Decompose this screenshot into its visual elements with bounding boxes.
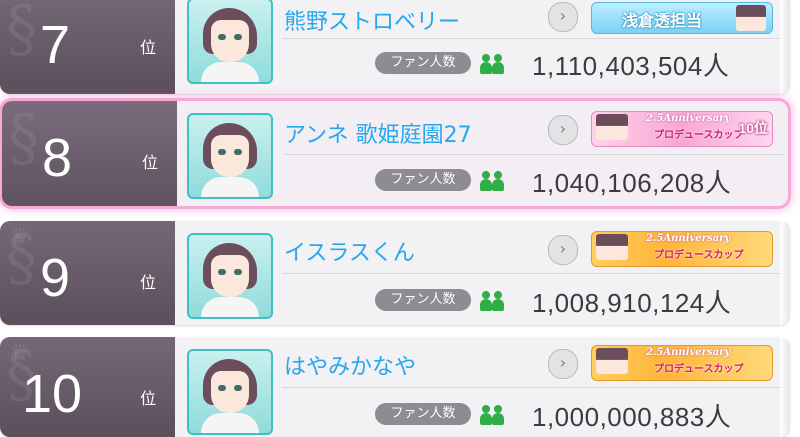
divider bbox=[284, 154, 784, 155]
rank-box: § 8 位 bbox=[2, 101, 177, 206]
rank-suffix: 位 bbox=[140, 273, 157, 292]
producer-avatar[interactable] bbox=[187, 349, 273, 435]
divider bbox=[282, 387, 782, 388]
title-badge[interactable]: 浅倉透担当 bbox=[591, 2, 773, 34]
ranking-row-8[interactable]: § 8 位 アンネ 歌姫庭園27 › 2.5Anniversary プロデュース… bbox=[2, 101, 788, 206]
badge-character-image bbox=[736, 5, 766, 31]
badge-character-image bbox=[596, 348, 628, 374]
badge-character-image bbox=[596, 234, 628, 260]
badge-anniversary-text: 2.5Anniversary bbox=[646, 347, 731, 358]
title-badge[interactable]: 2.5Anniversary プロデュースカップ 10位 bbox=[591, 111, 773, 147]
chevron-right-icon[interactable]: › bbox=[548, 235, 578, 265]
divider bbox=[282, 38, 782, 39]
rank-box: ♛ § 10 位 bbox=[0, 337, 175, 437]
fan-count-label: ファン人数 bbox=[375, 169, 471, 191]
rank-number: 10 bbox=[22, 364, 83, 424]
swan-crest-icon: § bbox=[6, 221, 37, 294]
badge-anniversary-text: 2.5Anniversary bbox=[646, 113, 731, 124]
fans-people-icon bbox=[480, 52, 504, 74]
producer-name[interactable]: 熊野ストロベリー bbox=[284, 4, 460, 36]
fans-people-icon bbox=[480, 403, 504, 425]
fan-count-label: ファン人数 bbox=[375, 52, 471, 74]
fan-count-label: ファン人数 bbox=[375, 403, 471, 425]
rank-box: ♛ § 9 位 bbox=[0, 221, 175, 325]
fan-count-value: 1,008,910,124人 bbox=[532, 288, 732, 318]
fans-people-icon bbox=[480, 169, 504, 191]
chevron-right-icon[interactable]: › bbox=[548, 349, 578, 379]
fan-count-value: 1,040,106,208人 bbox=[532, 168, 732, 198]
title-badge[interactable]: 2.5Anniversary プロデュースカップ bbox=[591, 345, 773, 381]
rank-number: 8 bbox=[42, 128, 73, 188]
rank-suffix: 位 bbox=[140, 389, 157, 408]
ranking-row-10[interactable]: ♛ § 10 位 はやみかなや › 2.5Anniversary プロデュースカ… bbox=[0, 337, 790, 437]
title-badge[interactable]: 2.5Anniversary プロデュースカップ bbox=[591, 231, 773, 267]
rank-number: 7 bbox=[40, 15, 71, 75]
producer-name[interactable]: イスラスくん bbox=[284, 235, 415, 267]
badge-cup-text: プロデュースカップ bbox=[654, 364, 744, 375]
producer-name[interactable]: はやみかなや bbox=[284, 349, 416, 381]
row-edge bbox=[780, 221, 790, 325]
badge-anniversary-text: 2.5Anniversary bbox=[646, 233, 731, 244]
badge-place-text: 10位 bbox=[738, 120, 768, 136]
fans-people-icon bbox=[480, 289, 504, 311]
rank-suffix: 位 bbox=[142, 153, 159, 172]
rank-suffix: 位 bbox=[140, 38, 157, 57]
badge-text: 浅倉透担当 bbox=[622, 11, 703, 30]
chevron-right-icon[interactable]: › bbox=[548, 2, 578, 32]
ranking-row-7[interactable]: § 7 位 熊野ストロベリー › 浅倉透担当 ファン人数 1,110,403,5… bbox=[0, 0, 790, 94]
producer-avatar[interactable] bbox=[187, 0, 273, 84]
swan-crest-icon: § bbox=[8, 101, 39, 174]
fan-count-value: 1,110,403,504人 bbox=[532, 51, 730, 81]
badge-cup-text: プロデュースカップ bbox=[654, 250, 744, 261]
fan-count-label: ファン人数 bbox=[375, 289, 471, 311]
row-edge bbox=[780, 337, 790, 437]
producer-avatar[interactable] bbox=[187, 233, 273, 319]
producer-name[interactable]: アンネ 歌姫庭園27 bbox=[284, 117, 472, 149]
fan-count-value: 1,000,000,883人 bbox=[532, 402, 732, 432]
chevron-right-icon[interactable]: › bbox=[548, 115, 578, 145]
swan-crest-icon: § bbox=[6, 0, 37, 65]
producer-avatar[interactable] bbox=[187, 113, 273, 199]
rank-box: § 7 位 bbox=[0, 0, 175, 94]
badge-character-image bbox=[596, 114, 628, 140]
ranking-row-9[interactable]: ♛ § 9 位 イスラスくん › 2.5Anniversary プロデュースカッ… bbox=[0, 221, 790, 325]
divider bbox=[282, 273, 782, 274]
row-edge bbox=[780, 0, 790, 94]
rank-number: 9 bbox=[40, 248, 71, 308]
badge-cup-text: プロデュースカップ bbox=[654, 130, 744, 141]
